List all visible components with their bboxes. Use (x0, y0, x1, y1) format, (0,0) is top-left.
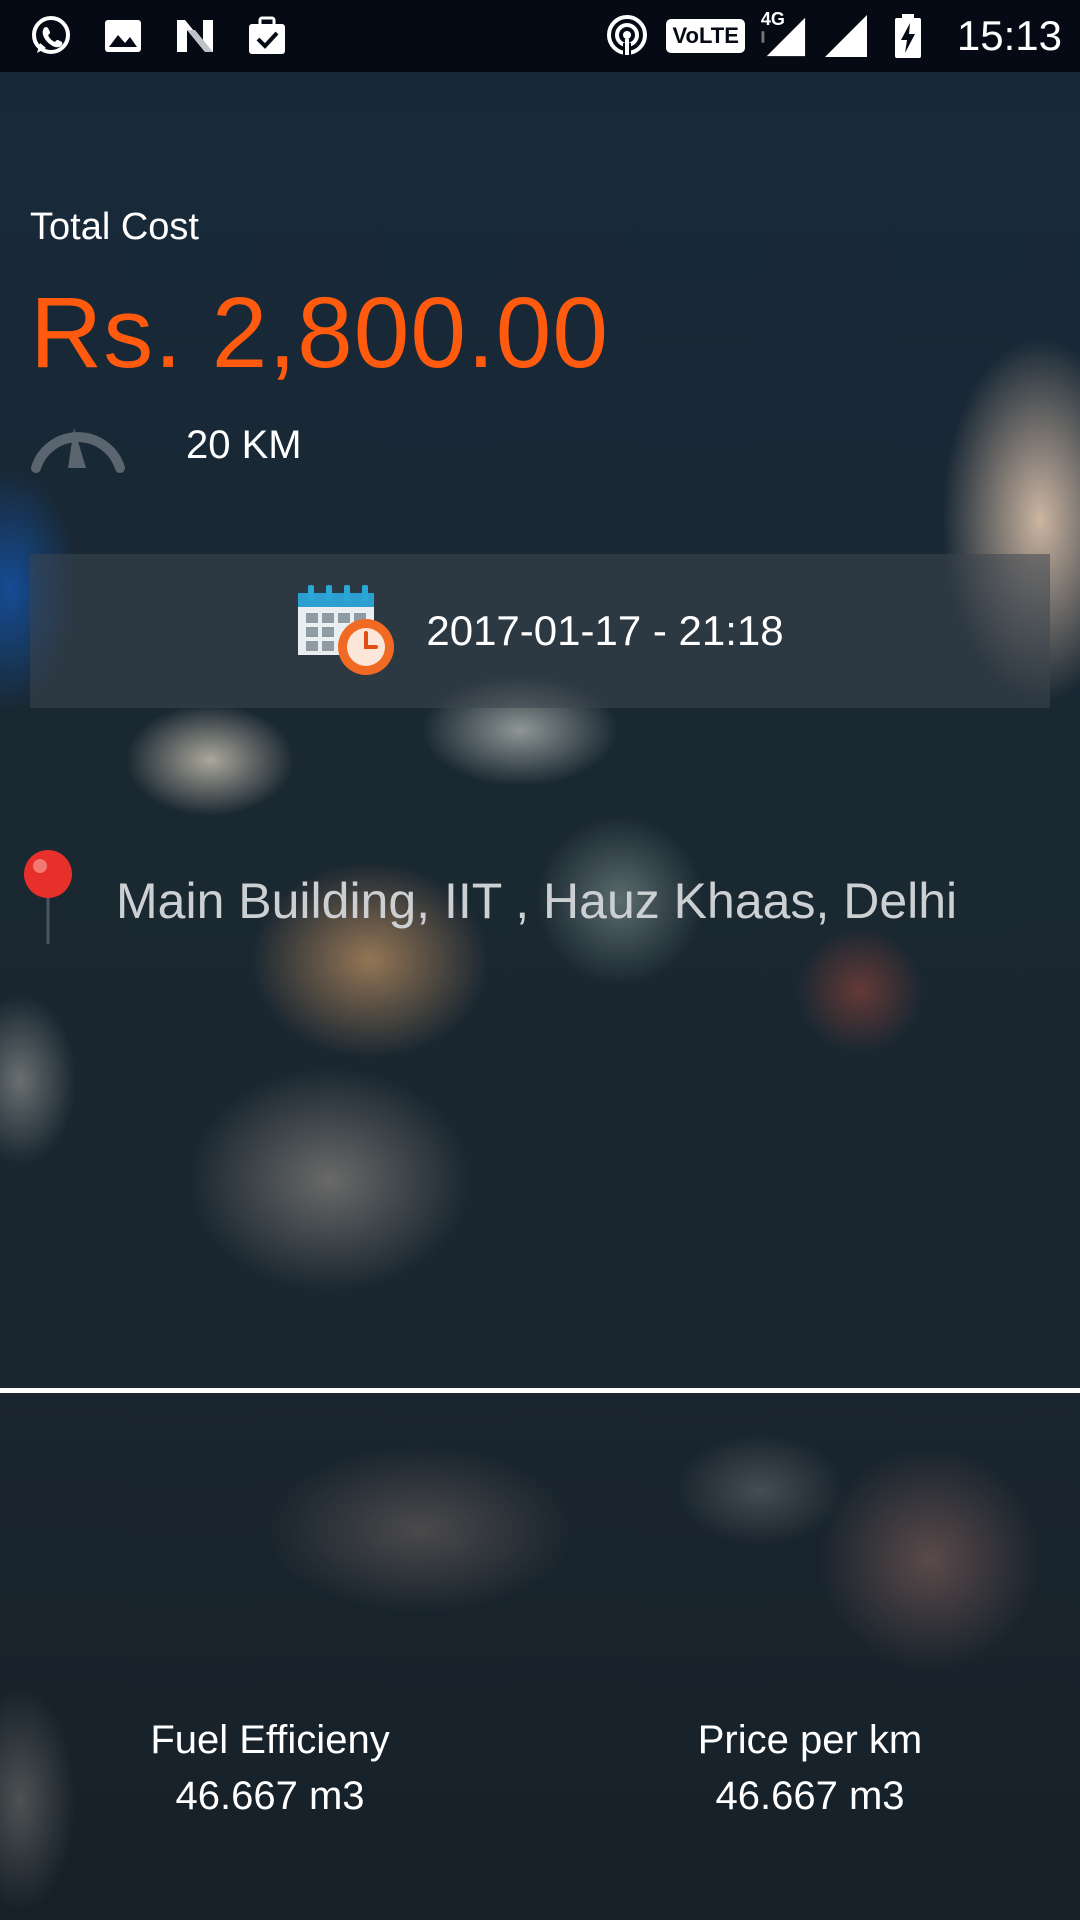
status-bar-notifications (28, 13, 290, 59)
price-per-km-stat: Price per km 46.667 m3 (630, 1712, 990, 1824)
fuel-efficiency-value: 46.667 m3 (175, 1774, 365, 1818)
battery-charging-icon (885, 13, 931, 59)
price-per-km-label: Price per km (697, 1718, 923, 1762)
trip-detail-screen: VoLTE 4G 15:13 Total Cost Rs. 2,800.00 2… (0, 0, 1080, 1920)
status-bar-system: VoLTE 4G 15:13 (604, 9, 1062, 60)
trip-location-value: Main Building, IIT , Hauz Khaas, Delhi (116, 872, 958, 929)
trip-location-row: Main Building, IIT , Hauz Khaas, Delhi (20, 848, 957, 953)
task-icon (244, 13, 290, 59)
distance-value: 20 KM (186, 422, 302, 467)
fuel-efficiency-label: Fuel Efficieny (150, 1718, 390, 1762)
fuel-efficiency-stat: Fuel Efficieny 46.667 m3 (90, 1712, 450, 1824)
status-clock: 15:13 (956, 12, 1062, 59)
section-divider (0, 1388, 1080, 1393)
trip-datetime-value: 2017-01-17 - 21:18 (426, 607, 784, 654)
n-icon (172, 13, 218, 59)
status-bar: VoLTE 4G 15:13 (0, 0, 1080, 72)
calendar-clock-icon (296, 581, 396, 682)
speedometer-icon (28, 410, 128, 481)
whatsapp-icon (28, 13, 74, 59)
signal-icon (823, 13, 869, 59)
distance-row: 20 KM (28, 410, 302, 480)
hotspot-icon (604, 13, 650, 59)
map-pin-icon (20, 848, 76, 953)
total-cost-label: Total Cost (30, 206, 199, 248)
volte-icon: VoLTE (666, 19, 745, 53)
signal-4g-icon: 4G (761, 9, 807, 59)
gallery-icon (100, 13, 146, 59)
network-type-label: 4G (760, 9, 785, 29)
total-cost-value: Rs. 2,800.00 (30, 277, 610, 389)
price-per-km-value: 46.667 m3 (715, 1774, 905, 1818)
trip-datetime-card[interactable]: 2017-01-17 - 21:18 (30, 554, 1050, 708)
